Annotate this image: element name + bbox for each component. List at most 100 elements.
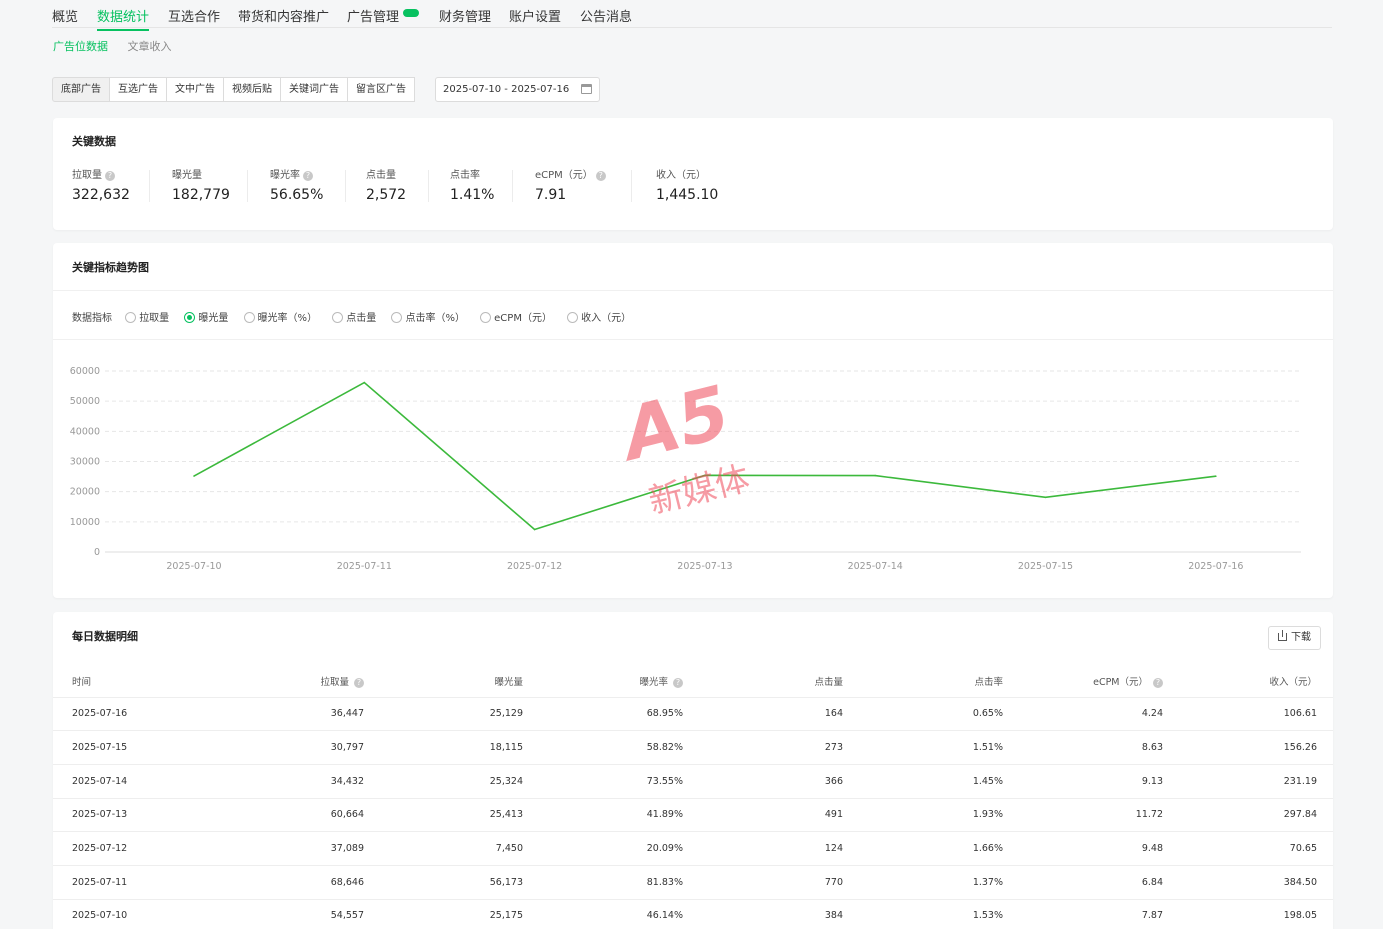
download-label: 下载 bbox=[1291, 632, 1311, 643]
nav-announcements[interactable]: 公告消息 bbox=[580, 6, 632, 25]
new-badge bbox=[403, 9, 420, 17]
divider bbox=[428, 170, 429, 202]
nav-account-settings[interactable]: 账户设置 bbox=[509, 6, 561, 25]
cell-date: 2025-07-11 bbox=[53, 865, 208, 900]
radio-impression-rate[interactable]: 曝光率（%） bbox=[243, 309, 317, 324]
data-point bbox=[874, 474, 876, 477]
ad-type-in-article[interactable]: 文中广告 bbox=[167, 77, 224, 102]
help-icon[interactable]: ? bbox=[1153, 677, 1163, 688]
table-row: 2025-07-12 37,089 7,450 20.09% 124 1.66% 9.48 7… bbox=[53, 831, 1333, 866]
help-icon[interactable]: ? bbox=[354, 677, 364, 688]
ad-type-keyword[interactable]: 关键词广告 bbox=[281, 77, 348, 102]
kpi-impressions: 曝光量 182,779 bbox=[172, 166, 230, 203]
series-line bbox=[193, 381, 1216, 531]
nav-ad-management[interactable]: 广告管理 bbox=[347, 6, 420, 25]
cell-ecpm: 9.13 bbox=[1003, 764, 1163, 799]
radio-circle-icon bbox=[567, 312, 579, 323]
col-impression-rate: 曝光率? bbox=[523, 665, 683, 698]
subnav-article-income[interactable]: 文章收入 bbox=[128, 40, 172, 53]
date-range-picker[interactable]: 2025-07-10 - 2025-07-16 bbox=[435, 77, 600, 102]
x-tick-label: 2025-07-12 bbox=[507, 561, 562, 572]
cell-pull-count: 30,797 bbox=[208, 730, 364, 765]
kpi-value: 2,572 bbox=[366, 187, 407, 203]
nav-finance[interactable]: 财务管理 bbox=[439, 6, 491, 25]
cell-clicks: 164 bbox=[683, 697, 843, 732]
column-label: 点击率 bbox=[974, 676, 1003, 688]
cell-impression-rate: 73.55% bbox=[523, 764, 683, 799]
nav-content-promotion[interactable]: 带货和内容推广 bbox=[238, 6, 329, 25]
calendar-icon bbox=[581, 84, 592, 94]
kpi-value: 1,445.10 bbox=[656, 187, 719, 203]
cell-impressions: 25,413 bbox=[364, 798, 523, 833]
cell-ctr: 1.66% bbox=[843, 831, 1003, 866]
cell-ecpm: 6.84 bbox=[1003, 865, 1163, 900]
nav-data-stats[interactable]: 数据统计 bbox=[97, 6, 150, 31]
kpi-value: 322,632 bbox=[72, 187, 130, 203]
ad-type-mutual[interactable]: 互选广告 bbox=[110, 77, 167, 102]
radio-ecpm[interactable]: eCPM（元） bbox=[480, 309, 552, 324]
y-tick-label: 10000 bbox=[70, 517, 100, 528]
radio-ctr[interactable]: 点击率（%） bbox=[391, 309, 465, 324]
column-label: eCPM（元） bbox=[1093, 676, 1148, 688]
table-row: 2025-07-10 54,557 25,175 46.14% 384 1.53% 7.87… bbox=[53, 899, 1333, 929]
ad-type-comment[interactable]: 留言区广告 bbox=[348, 77, 415, 102]
divider bbox=[53, 339, 1333, 340]
help-icon[interactable]: ? bbox=[595, 171, 606, 181]
column-label: 点击量 bbox=[814, 676, 843, 688]
cell-date: 2025-07-14 bbox=[53, 764, 208, 799]
divider bbox=[345, 170, 346, 202]
col-income: 收入（元） bbox=[1163, 665, 1333, 698]
nav-overview[interactable]: 概览 bbox=[52, 6, 78, 25]
cell-date: 2025-07-16 bbox=[53, 697, 208, 732]
cell-impression-rate: 46.14% bbox=[523, 899, 683, 929]
radio-circle-icon bbox=[243, 312, 255, 323]
x-tick-label: 2025-07-13 bbox=[677, 561, 732, 572]
radio-clicks[interactable]: 点击量 bbox=[332, 309, 376, 324]
help-icon[interactable]: ? bbox=[303, 171, 313, 181]
cell-impression-rate: 81.83% bbox=[523, 865, 683, 900]
ad-type-bottom[interactable]: 底部广告 bbox=[52, 77, 110, 102]
kpi-impression-rate: 曝光率? 56.65% bbox=[270, 166, 323, 203]
cell-clicks: 273 bbox=[683, 730, 843, 765]
trend-line-chart: 0 10000 20000 30000 40000 50000 60000 2025-07-1… bbox=[70, 366, 1301, 572]
ad-type-video-post[interactable]: 视频后贴 bbox=[224, 77, 281, 102]
cell-clicks: 491 bbox=[683, 798, 843, 833]
download-button[interactable]: 下载 bbox=[1268, 626, 1321, 650]
table-row: 2025-07-16 36,447 25,129 68.95% 164 0.65% 4.24… bbox=[53, 697, 1333, 732]
radio-income[interactable]: 收入（元） bbox=[567, 309, 631, 324]
kpi-label: 曝光量 bbox=[172, 170, 202, 181]
nav-mutual-cooperation[interactable]: 互选合作 bbox=[168, 6, 220, 25]
cell-income: 156.26 bbox=[1163, 730, 1333, 765]
cell-impressions: 25,129 bbox=[364, 697, 523, 732]
cell-date: 2025-07-15 bbox=[53, 730, 208, 765]
data-point bbox=[193, 475, 195, 477]
cell-ecpm: 4.24 bbox=[1003, 697, 1163, 732]
radio-pull-count[interactable]: 拉取量 bbox=[125, 309, 169, 324]
kpi-value: 7.91 bbox=[535, 187, 567, 203]
cell-clicks: 366 bbox=[683, 764, 843, 799]
cell-pull-count: 37,089 bbox=[208, 831, 364, 866]
cell-income: 231.19 bbox=[1163, 764, 1333, 799]
cell-pull-count: 54,557 bbox=[208, 899, 364, 929]
help-icon[interactable]: ? bbox=[673, 677, 683, 688]
data-point bbox=[704, 474, 706, 477]
divider bbox=[53, 290, 1333, 291]
data-point bbox=[533, 528, 536, 531]
radio-impressions[interactable]: 曝光量 bbox=[184, 309, 228, 324]
sub-nav: 广告位数据 文章收入 bbox=[53, 38, 188, 54]
nav-ad-management-label: 广告管理 bbox=[347, 10, 400, 25]
kpi-label: 收入（元） bbox=[656, 170, 706, 181]
cell-clicks: 770 bbox=[683, 865, 843, 900]
radio-label: 拉取量 bbox=[139, 313, 170, 324]
cell-impressions: 56,173 bbox=[364, 865, 523, 900]
subnav-ad-slot-data[interactable]: 广告位数据 bbox=[53, 40, 108, 53]
cell-ctr: 1.37% bbox=[843, 865, 1003, 900]
kpi-label: 拉取量 bbox=[72, 170, 102, 181]
download-icon bbox=[1278, 630, 1287, 641]
cell-income: 70.65 bbox=[1163, 831, 1333, 866]
key-data-title: 关键数据 bbox=[72, 135, 116, 148]
help-icon[interactable]: ? bbox=[105, 171, 115, 181]
metric-selector-label: 数据指标 bbox=[72, 313, 112, 324]
kpi-ctr: 点击率 1.41% bbox=[450, 166, 494, 203]
cell-ecpm: 8.63 bbox=[1003, 730, 1163, 765]
